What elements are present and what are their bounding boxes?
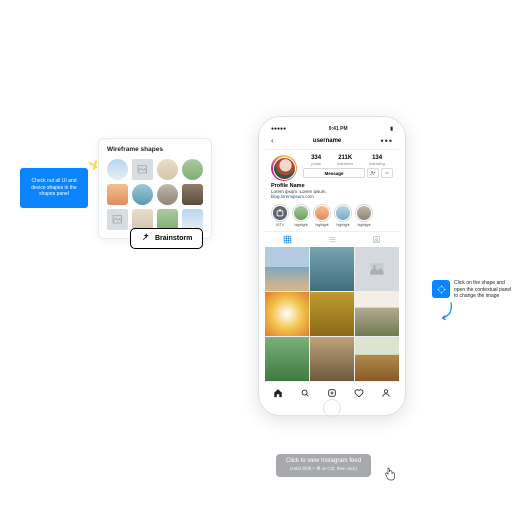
callout-text: Check out all UI and device shapes in th… xyxy=(26,178,82,198)
highlight-label: highlight xyxy=(336,223,349,227)
statusbar-time: 9:41 PM xyxy=(329,126,348,132)
highlight-item[interactable]: highlight xyxy=(355,204,373,227)
feed-cell[interactable] xyxy=(355,292,399,336)
message-button[interactable]: Message xyxy=(303,168,365,178)
profile-bio-link[interactable]: blog.loremipsum.com xyxy=(271,194,393,199)
feed-cell[interactable] xyxy=(310,337,354,381)
wireframe-shape[interactable] xyxy=(157,209,178,230)
feed-cell[interactable] xyxy=(265,247,309,291)
chevron-left-icon[interactable]: ‹ xyxy=(271,136,274,145)
stat-posts[interactable]: 334 posts xyxy=(311,155,321,166)
tooltip-line2: (Hold Shift + ⌘ or Ctrl, then click) xyxy=(286,466,361,472)
stat-posts-lbl: posts xyxy=(311,161,321,166)
wireframe-shape-placeholder[interactable] xyxy=(107,209,128,230)
stat-following[interactable]: 134 following xyxy=(369,155,385,166)
profile-stats: 334 posts 211K followers 134 following M… xyxy=(303,155,393,178)
stat-followers[interactable]: 211K followers xyxy=(337,155,353,166)
highlight-label: highlight xyxy=(294,223,307,227)
feed-cell-placeholder[interactable] xyxy=(355,247,399,291)
tab-activity-icon[interactable] xyxy=(354,385,364,403)
wireframe-shape[interactable] xyxy=(182,159,203,180)
arrow-icon xyxy=(438,300,458,324)
highlight-label: highlight xyxy=(315,223,328,227)
wireframe-grid xyxy=(107,159,203,230)
tooltip-line1: Click to view Instagram feed xyxy=(286,458,361,464)
brainstorm-label: Brainstorm xyxy=(155,235,192,242)
feed-cell[interactable] xyxy=(265,337,309,381)
profile-row: 334 posts 211K followers 134 following M… xyxy=(265,150,399,183)
feed-cell[interactable] xyxy=(310,292,354,336)
wireframe-shape[interactable] xyxy=(157,184,178,205)
tab-tagged[interactable] xyxy=(354,232,399,247)
tab-home-icon[interactable] xyxy=(273,385,283,403)
statusbar: ●●●●● 9:41 PM ▮ xyxy=(265,123,399,134)
view-tabs xyxy=(265,231,399,247)
highlights: IGTV highlight highlight highlight highl… xyxy=(265,202,399,231)
dropdown-button[interactable] xyxy=(381,168,393,178)
magic-wand-icon xyxy=(141,233,150,244)
view-feed-tooltip: Click to view Instagram feed (Hold Shift… xyxy=(276,454,371,477)
home-button-icon xyxy=(323,399,341,417)
profile-bio: Profile Name Lorem ipsum. Lorem ipsum. b… xyxy=(265,183,399,202)
tab-profile-icon[interactable] xyxy=(381,385,391,403)
tab-list[interactable] xyxy=(310,232,355,247)
statusbar-battery: ▮ xyxy=(390,126,393,132)
navbar: ‹ username ••• xyxy=(265,134,399,150)
statusbar-signal: ●●●●● xyxy=(271,126,286,132)
wireframe-shape[interactable] xyxy=(132,184,153,205)
stat-followers-lbl: followers xyxy=(337,161,353,166)
highlight-label: highlight xyxy=(357,223,370,227)
avatar[interactable] xyxy=(271,155,297,181)
cursor-pointer-icon xyxy=(382,466,398,482)
navbar-title: username xyxy=(313,138,341,144)
target-icon xyxy=(436,284,447,295)
highlight-item[interactable]: highlight xyxy=(334,204,352,227)
wireframe-title: Wireframe shapes xyxy=(107,146,203,153)
wireframe-shape-placeholder[interactable] xyxy=(132,159,153,180)
stat-following-lbl: following xyxy=(369,161,385,166)
highlight-item[interactable]: highlight xyxy=(292,204,310,227)
wireframe-shapes-panel: Wireframe shapes xyxy=(98,138,212,239)
igtv-icon xyxy=(273,206,287,220)
feed-cell[interactable] xyxy=(265,292,309,336)
wireframe-shape[interactable] xyxy=(182,184,203,205)
tab-grid[interactable] xyxy=(265,232,310,247)
change-image-callout: Click on the shape and open the contextu… xyxy=(454,280,514,300)
highlight-label: IGTV xyxy=(276,223,284,227)
phone-mockup[interactable]: ●●●●● 9:41 PM ▮ ‹ username ••• 334 posts… xyxy=(258,116,406,416)
highlight-igtv[interactable]: IGTV xyxy=(271,204,289,227)
suggested-users-button[interactable] xyxy=(367,168,379,178)
feed-cell[interactable] xyxy=(355,337,399,381)
phone-screen: ●●●●● 9:41 PM ▮ ‹ username ••• 334 posts… xyxy=(265,123,399,409)
tab-search-icon[interactable] xyxy=(300,385,310,403)
change-image-chip[interactable] xyxy=(432,280,450,298)
feed-cell[interactable] xyxy=(310,247,354,291)
wireframe-shape[interactable] xyxy=(132,209,153,230)
callout-shapes-panel: Check out all UI and device shapes in th… xyxy=(20,168,88,208)
wireframe-shape[interactable] xyxy=(107,184,128,205)
highlight-item[interactable]: highlight xyxy=(313,204,331,227)
wireframe-shape[interactable] xyxy=(182,209,203,230)
feed-grid xyxy=(265,247,399,381)
brainstorm-button[interactable]: Brainstorm xyxy=(130,228,203,249)
wireframe-shape[interactable] xyxy=(107,159,128,180)
wireframe-shape[interactable] xyxy=(157,159,178,180)
